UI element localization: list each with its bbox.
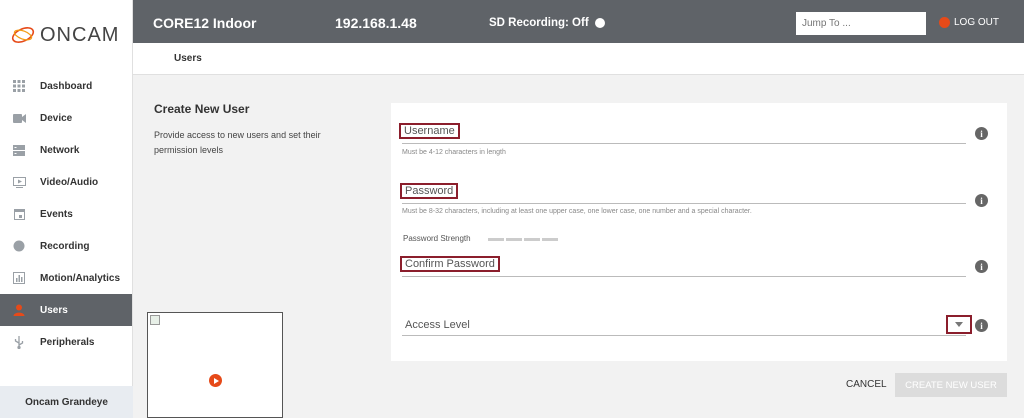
usb-icon xyxy=(12,335,26,349)
sidebar-item-motion-analytics[interactable]: Motion/Analytics xyxy=(0,262,132,294)
device-ip: 192.168.1.48 xyxy=(335,15,417,31)
sidebar-item-label: Dashboard xyxy=(40,80,93,92)
sidebar-item-recording[interactable]: Recording xyxy=(0,230,132,262)
access-level-select[interactable]: Access Level xyxy=(402,312,966,336)
create-new-user-button[interactable]: CREATE NEW USER xyxy=(895,373,1007,397)
password-field[interactable]: Password xyxy=(400,180,966,204)
sidebar-nav: Dashboard Device Network Video/Audio Eve… xyxy=(0,70,132,358)
password-strength-meter xyxy=(488,238,558,241)
sidebar-item-peripherals[interactable]: Peripherals xyxy=(0,326,132,358)
sidebar-footer: Oncam Grandeye xyxy=(0,386,133,418)
video-icon xyxy=(12,176,26,188)
logout-icon xyxy=(939,17,950,28)
username-field[interactable]: Username xyxy=(399,120,966,144)
user-icon xyxy=(12,304,26,316)
confirm-password-label: Confirm Password xyxy=(400,256,500,272)
sidebar: ONCAM Dashboard Device Network Video/Aud… xyxy=(0,0,133,418)
server-icon xyxy=(12,144,26,156)
password-info-icon[interactable]: i xyxy=(975,194,988,207)
camera-icon xyxy=(12,112,26,124)
password-hint: Must be 8-32 characters, including at le… xyxy=(402,208,752,215)
sd-recording-status: SD Recording: Off xyxy=(489,17,605,29)
sidebar-item-label: Events xyxy=(40,208,73,220)
access-level-dropdown-button[interactable] xyxy=(946,315,972,334)
password-strength-label: Password Strength xyxy=(403,234,471,243)
device-name: CORE12 Indoor xyxy=(153,15,257,31)
oncam-logo-icon xyxy=(11,27,35,43)
logout-label: LOG OUT xyxy=(954,17,1000,28)
logout-button[interactable]: LOG OUT xyxy=(939,17,999,28)
sidebar-item-label: Video/Audio xyxy=(40,176,99,188)
access-level-info-icon[interactable]: i xyxy=(975,319,988,332)
broken-image-icon xyxy=(150,315,160,325)
sidebar-item-network[interactable]: Network xyxy=(0,134,132,166)
password-label: Password xyxy=(400,183,459,199)
top-header: CORE12 Indoor 192.168.1.48 SD Recording:… xyxy=(133,0,1024,43)
page-title: Create New User xyxy=(154,102,250,116)
username-info-icon[interactable]: i xyxy=(975,127,988,140)
confirm-password-field[interactable]: Confirm Password xyxy=(400,253,966,277)
play-icon[interactable] xyxy=(209,374,222,387)
sidebar-item-label: Motion/Analytics xyxy=(40,272,121,284)
sidebar-item-events[interactable]: Events xyxy=(0,198,132,230)
sd-status-dot-icon xyxy=(594,18,605,28)
video-preview[interactable] xyxy=(147,312,283,418)
sidebar-item-dashboard[interactable]: Dashboard xyxy=(0,70,132,102)
sidebar-item-label: Peripherals xyxy=(40,336,95,348)
sidebar-item-device[interactable]: Device xyxy=(0,102,132,134)
sidebar-item-label: Device xyxy=(40,112,73,124)
create-user-form: Username i Must be 4-12 characters in le… xyxy=(391,103,1007,361)
chevron-down-icon xyxy=(955,322,963,327)
confirm-password-info-icon[interactable]: i xyxy=(975,260,988,273)
page-description: Provide access to new users and set thei… xyxy=(154,130,321,155)
access-level-label: Access Level xyxy=(405,319,470,331)
sidebar-item-video-audio[interactable]: Video/Audio xyxy=(0,166,132,198)
grid-icon xyxy=(12,80,26,92)
breadcrumb[interactable]: Users xyxy=(174,53,202,64)
jump-to-input[interactable] xyxy=(796,12,926,35)
sidebar-item-label: Network xyxy=(40,144,80,156)
sd-recording-label: SD Recording: Off xyxy=(489,17,589,29)
sidebar-item-label: Recording xyxy=(40,240,90,252)
username-hint: Must be 4-12 characters in length xyxy=(402,149,506,156)
record-icon xyxy=(12,240,26,252)
analytics-icon xyxy=(12,272,26,284)
oncam-logo: ONCAM xyxy=(0,0,132,70)
sidebar-item-users[interactable]: Users xyxy=(0,294,132,326)
cancel-button[interactable]: CANCEL xyxy=(846,379,887,390)
username-label: Username xyxy=(399,123,460,139)
calendar-icon xyxy=(12,208,26,220)
brand-name: ONCAM xyxy=(40,23,120,46)
sidebar-item-label: Users xyxy=(40,304,68,316)
breadcrumb-bar: Users xyxy=(133,43,1024,75)
